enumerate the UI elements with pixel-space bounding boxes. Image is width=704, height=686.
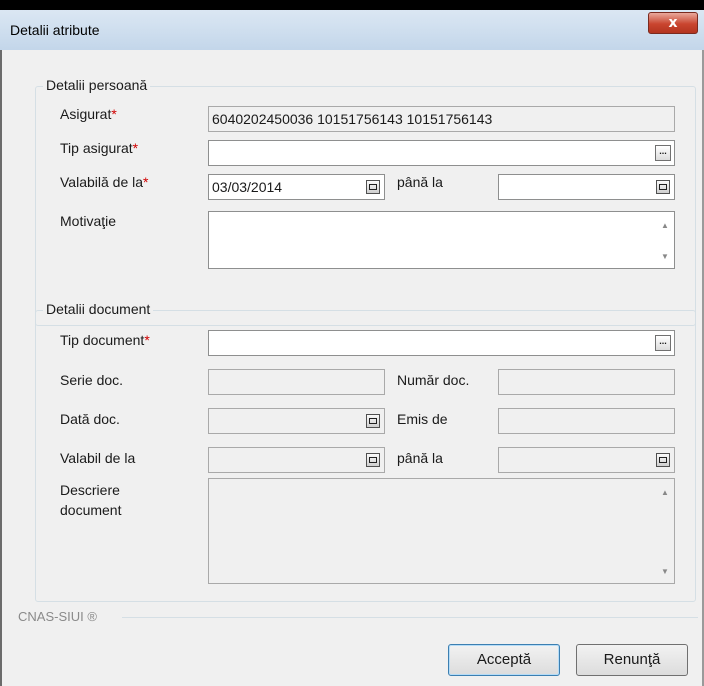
calendar-icon[interactable] (656, 453, 670, 467)
window-title: Detalii atribute (10, 22, 100, 38)
pana-date-field[interactable] (498, 174, 675, 200)
scroll-down-icon[interactable]: ▼ (661, 252, 669, 261)
serie-field (208, 369, 385, 395)
valabila-value: 03/03/2014 (212, 179, 283, 195)
ellipsis-icon[interactable]: ... (655, 335, 671, 351)
calendar-icon[interactable] (366, 453, 380, 467)
descriere-textarea: ▲ ▼ (208, 478, 675, 584)
valabil-label: Valabil de la (60, 450, 136, 466)
document-pana-date-field (498, 447, 675, 473)
valabil-date-field (208, 447, 385, 473)
data-doc-field (208, 408, 385, 434)
tip-asigurat-label: Tip asigurat* (60, 140, 139, 156)
tip-document-label: Tip document* (60, 332, 150, 348)
footer-divider (122, 617, 698, 618)
required-mark: * (132, 140, 139, 156)
numar-label: Număr doc. (397, 372, 470, 388)
scroll-down-icon[interactable]: ▼ (661, 567, 669, 576)
persona-legend: Detalii persoană (43, 77, 151, 93)
document-pana-label: până la (397, 450, 443, 466)
required-mark: * (143, 174, 149, 190)
descriere-scrollbar[interactable]: ▲ ▼ (657, 480, 673, 582)
required-mark: * (111, 106, 117, 122)
close-button[interactable]: x (648, 12, 698, 34)
descriere-label: Descriere document (60, 482, 122, 518)
calendar-icon[interactable] (366, 414, 380, 428)
motivatie-textarea[interactable]: ▲ ▼ (208, 211, 675, 269)
close-icon: x (668, 15, 678, 31)
ellipsis-icon[interactable]: ... (655, 145, 671, 161)
tip-document-field[interactable]: ... (208, 330, 675, 356)
valabila-date-field[interactable]: 03/03/2014 (208, 174, 385, 200)
asigurat-field: 6040202450036 10151756143 10151756143 (208, 106, 675, 132)
asigurat-value: 6040202450036 10151756143 10151756143 (212, 111, 493, 127)
valabila-label: Valabilă de la* (60, 174, 149, 190)
pana-label: până la (397, 174, 443, 190)
tip-asigurat-field[interactable]: ... (208, 140, 675, 166)
scroll-up-icon[interactable]: ▲ (661, 488, 669, 497)
numar-field (498, 369, 675, 395)
title-bar[interactable]: Detalii atribute x (0, 10, 704, 50)
accept-button[interactable]: Acceptă (448, 644, 560, 676)
calendar-icon[interactable] (656, 180, 670, 194)
scroll-up-icon[interactable]: ▲ (661, 221, 669, 230)
emis-label: Emis de (397, 411, 448, 427)
data-doc-label: Dată doc. (60, 411, 120, 427)
calendar-icon[interactable] (366, 180, 380, 194)
document-legend: Detalii document (43, 301, 154, 317)
dialog-window: Detalii atribute x Detalii persoană Asig… (0, 10, 704, 686)
required-mark: * (144, 332, 150, 348)
brand-label: CNAS-SIUI ® (18, 609, 97, 624)
emis-field (498, 408, 675, 434)
motivatie-scrollbar[interactable]: ▲ ▼ (657, 213, 673, 267)
serie-label: Serie doc. (60, 372, 124, 388)
cancel-button[interactable]: Renunţă (576, 644, 688, 676)
dialog-body: Detalii persoană Asigurat* 6040202450036… (2, 50, 702, 686)
motivatie-label: Motivaţie (60, 213, 117, 229)
asigurat-label: Asigurat* (60, 106, 117, 122)
